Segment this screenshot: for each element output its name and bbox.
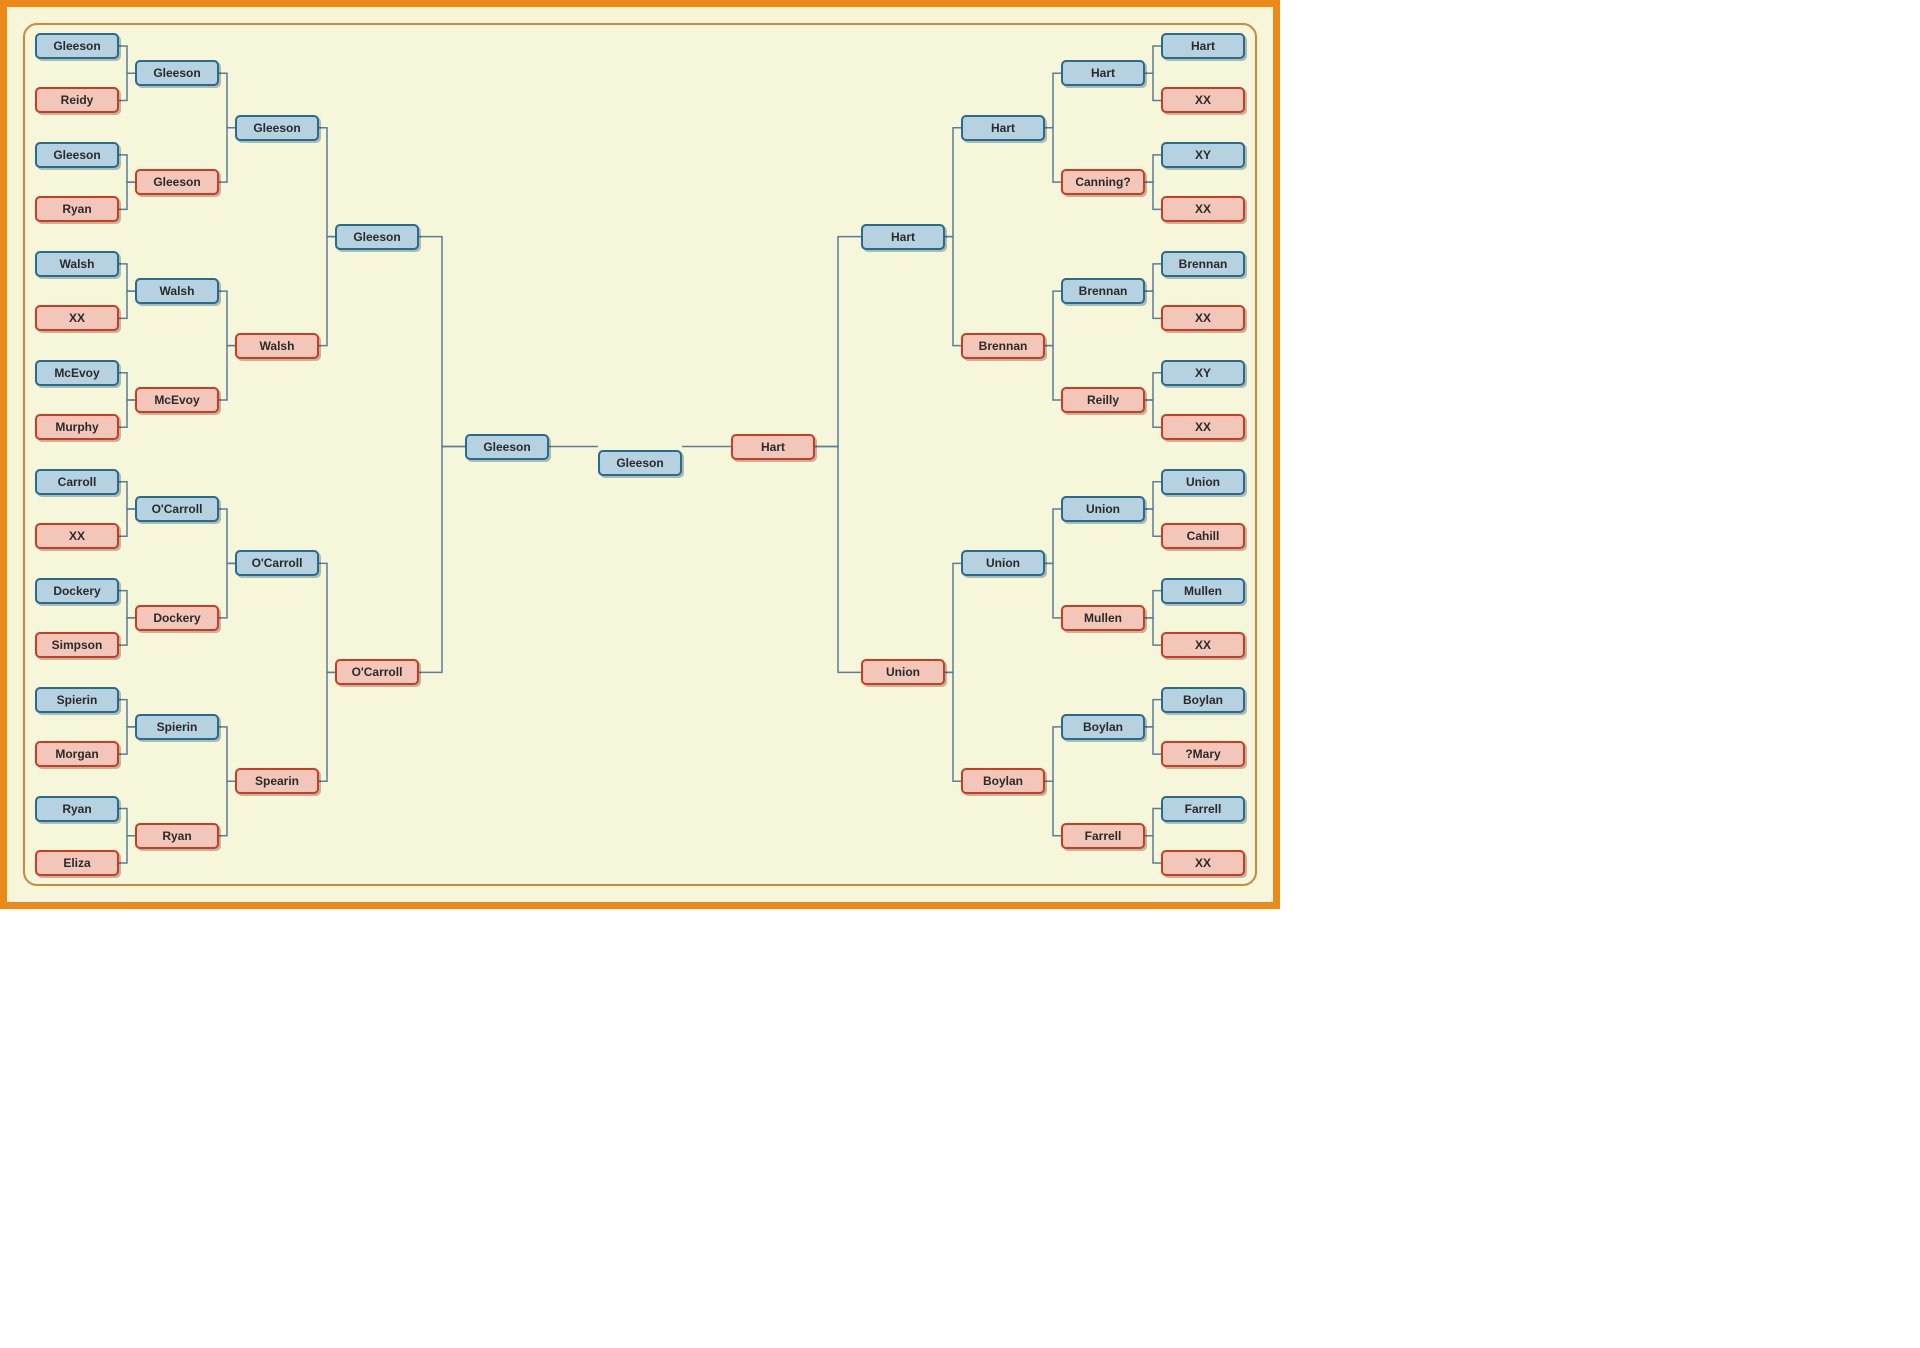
person-box: Simpson — [35, 632, 119, 658]
person-box: Cahill — [1161, 523, 1245, 549]
person-box: Canning? — [1061, 169, 1145, 195]
person-box: Murphy — [35, 414, 119, 440]
person-box: Brennan — [1061, 278, 1145, 304]
person-box: Dockery — [135, 605, 219, 631]
chart-frame: Gleeson Reidy Gleeson Ryan Walsh XX McEvoy Murp… — [23, 23, 1257, 886]
person-box: Mullen — [1161, 578, 1245, 604]
person-box: O'Carroll — [235, 550, 319, 576]
person-box: Union — [861, 659, 945, 685]
person-box: Mullen — [1061, 605, 1145, 631]
person-box: Gleeson — [35, 33, 119, 59]
person-box: Ryan — [35, 796, 119, 822]
pedigree-chart: Gleeson Reidy Gleeson Ryan Walsh XX McEvoy Murp… — [0, 0, 1280, 909]
person-box: Brennan — [1161, 251, 1245, 277]
person-box: O'Carroll — [335, 659, 419, 685]
person-box: Union — [961, 550, 1045, 576]
person-box: Spierin — [135, 714, 219, 740]
person-box: Boylan — [961, 768, 1045, 794]
person-box: XX — [1161, 196, 1245, 222]
person-box: Hart — [1161, 33, 1245, 59]
person-box: Gleeson — [135, 60, 219, 86]
person-box: McEvoy — [135, 387, 219, 413]
person-box: Gleeson — [465, 434, 549, 460]
person-box: Union — [1161, 469, 1245, 495]
person-box: ?Mary — [1161, 741, 1245, 767]
person-box: Union — [1061, 496, 1145, 522]
person-box: Hart — [861, 224, 945, 250]
person-box: XX — [1161, 414, 1245, 440]
person-box: Spierin — [35, 687, 119, 713]
person-box: Hart — [1061, 60, 1145, 86]
person-box: Walsh — [35, 251, 119, 277]
person-box: XY — [1161, 142, 1245, 168]
person-box: Gleeson — [35, 142, 119, 168]
person-box: McEvoy — [35, 360, 119, 386]
person-box: Ryan — [135, 823, 219, 849]
person-box: Gleeson — [598, 450, 682, 476]
person-box: Boylan — [1161, 687, 1245, 713]
person-box: Boylan — [1061, 714, 1145, 740]
person-box: Farrell — [1161, 796, 1245, 822]
person-box: Hart — [961, 115, 1045, 141]
person-box: XX — [35, 523, 119, 549]
person-box: XX — [1161, 632, 1245, 658]
person-box: Gleeson — [235, 115, 319, 141]
person-box: Dockery — [35, 578, 119, 604]
person-box: Reilly — [1061, 387, 1145, 413]
person-box: Gleeson — [135, 169, 219, 195]
person-box: XY — [1161, 360, 1245, 386]
person-box: Farrell — [1061, 823, 1145, 849]
person-box: Walsh — [135, 278, 219, 304]
person-box: O'Carroll — [135, 496, 219, 522]
person-box: Eliza — [35, 850, 119, 876]
person-box: Spearin — [235, 768, 319, 794]
person-box: Hart — [731, 434, 815, 460]
person-box: Reidy — [35, 87, 119, 113]
person-box: XX — [1161, 850, 1245, 876]
person-box: Brennan — [961, 333, 1045, 359]
person-box: XX — [1161, 305, 1245, 331]
person-box: XX — [1161, 87, 1245, 113]
person-box: Walsh — [235, 333, 319, 359]
person-box: Carroll — [35, 469, 119, 495]
person-box: Morgan — [35, 741, 119, 767]
person-box: Gleeson — [335, 224, 419, 250]
person-box: Ryan — [35, 196, 119, 222]
person-box: XX — [35, 305, 119, 331]
